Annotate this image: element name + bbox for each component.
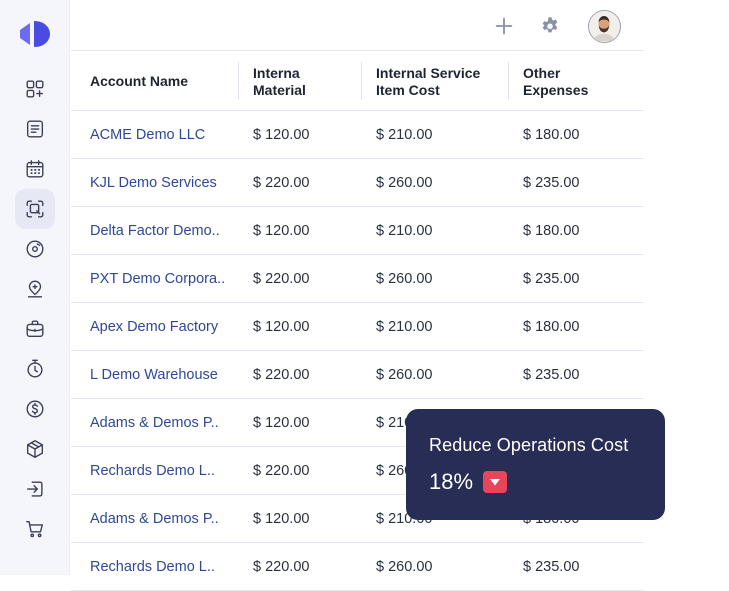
box-icon bbox=[26, 440, 44, 458]
sidebar-item-dashboard[interactable] bbox=[15, 69, 55, 109]
other-expenses-cell: $ 235.00 bbox=[523, 367, 580, 383]
sidebar-item-disc[interactable] bbox=[15, 229, 55, 269]
timer-icon bbox=[27, 359, 43, 378]
service-cost-cell: $ 260.00 bbox=[376, 271, 433, 287]
internal-material-cell: $ 220.00 bbox=[253, 559, 310, 575]
internal-material-cell: $ 120.00 bbox=[253, 319, 310, 335]
account-name-cell[interactable]: ACME Demo LLC bbox=[90, 111, 205, 159]
location-icon bbox=[27, 280, 43, 298]
sidebar-item-login[interactable] bbox=[15, 469, 55, 509]
tooltip-value: 18% bbox=[429, 469, 474, 494]
sidebar-item-location[interactable] bbox=[15, 269, 55, 309]
column-divider bbox=[238, 62, 239, 100]
cart-icon bbox=[26, 520, 44, 538]
internal-material-cell: $ 220.00 bbox=[253, 271, 310, 287]
add-button[interactable] bbox=[490, 12, 518, 40]
account-name-cell[interactable]: Delta Factor Demo.. bbox=[90, 207, 220, 255]
table-row[interactable]: PXT Demo Corpora.. $ 220.00 $ 260.00 $ 235.… bbox=[71, 255, 644, 303]
account-name-cell[interactable]: Adams & Demos P.. bbox=[90, 495, 219, 543]
tooltip-title: Reduce Operations Cost bbox=[429, 435, 629, 455]
gear-icon bbox=[542, 17, 558, 33]
internal-material-cell: $ 220.00 bbox=[253, 367, 310, 383]
brand-logo-icon[interactable] bbox=[17, 18, 53, 50]
other-expenses-cell: $ 235.00 bbox=[523, 175, 580, 191]
briefcase-icon bbox=[26, 320, 44, 338]
sidebar-item-cart[interactable] bbox=[15, 509, 55, 549]
service-cost-cell: $ 260.00 bbox=[376, 559, 433, 575]
column-divider bbox=[508, 62, 509, 100]
service-cost-cell: $ 210.00 bbox=[376, 319, 433, 335]
account-name-cell[interactable]: Adams & Demos P.. bbox=[90, 399, 219, 447]
sidebar-item-scan[interactable] bbox=[15, 189, 55, 229]
service-cost-cell: $ 260.00 bbox=[376, 367, 433, 383]
service-cost-cell: $ 210.00 bbox=[376, 127, 433, 143]
account-name-cell[interactable]: PXT Demo Corpora.. bbox=[90, 255, 225, 303]
internal-material-cell: $ 120.00 bbox=[253, 223, 310, 239]
column-header-account-name[interactable]: Account Name bbox=[90, 52, 188, 111]
sidebar-item-timer[interactable] bbox=[15, 349, 55, 389]
login-icon bbox=[26, 481, 43, 497]
table-header: Account Name Interna Material Internal Se… bbox=[71, 52, 644, 111]
document-icon bbox=[26, 120, 44, 138]
other-expenses-cell: $ 180.00 bbox=[523, 223, 580, 239]
account-name-cell[interactable]: KJL Demo Services bbox=[90, 159, 217, 207]
column-header-other-expenses[interactable]: Other Expenses bbox=[523, 52, 588, 111]
sidebar bbox=[0, 0, 70, 575]
user-avatar-icon bbox=[589, 11, 619, 41]
other-expenses-cell: $ 235.00 bbox=[523, 271, 580, 287]
sidebar-item-calendar[interactable] bbox=[15, 149, 55, 189]
dollar-icon bbox=[26, 400, 44, 418]
top-bar bbox=[71, 0, 644, 51]
sidebar-item-inventory[interactable] bbox=[15, 429, 55, 469]
table-row[interactable]: Rechards Demo L.. $ 220.00 $ 260.00 $ 235.0… bbox=[71, 543, 644, 591]
account-name-cell[interactable]: Rechards Demo L.. bbox=[90, 543, 215, 591]
column-header-internal-service-item-cost[interactable]: Internal Service Item Cost bbox=[376, 52, 480, 111]
table-row[interactable]: Apex Demo Factory $ 120.00 $ 210.00 $ 180.0… bbox=[71, 303, 644, 351]
other-expenses-cell: $ 180.00 bbox=[523, 127, 580, 143]
internal-material-cell: $ 120.00 bbox=[253, 415, 310, 431]
sidebar-item-briefcase[interactable] bbox=[15, 309, 55, 349]
internal-material-cell: $ 120.00 bbox=[253, 511, 310, 527]
trend-down-badge bbox=[483, 471, 508, 493]
account-name-cell[interactable]: Apex Demo Factory bbox=[90, 303, 218, 351]
service-cost-cell: $ 260.00 bbox=[376, 175, 433, 191]
table-row[interactable]: L Demo Warehouse $ 220.00 $ 260.00 $ 235.00 bbox=[71, 351, 644, 399]
dashboard-add-icon bbox=[26, 80, 44, 98]
internal-material-cell: $ 120.00 bbox=[253, 127, 310, 143]
avatar[interactable] bbox=[588, 10, 621, 43]
column-header-internal-material[interactable]: Interna Material bbox=[253, 52, 306, 111]
service-cost-cell: $ 210.00 bbox=[376, 223, 433, 239]
plus-icon bbox=[495, 17, 513, 35]
table-row[interactable]: KJL Demo Services $ 220.00 $ 260.00 $ 235.0… bbox=[71, 159, 644, 207]
table-row[interactable]: Delta Factor Demo.. $ 120.00 $ 210.00 $ 180… bbox=[71, 207, 644, 255]
table-row[interactable]: ACME Demo LLC $ 120.00 $ 210.00 $ 180.00 bbox=[71, 111, 644, 159]
column-divider bbox=[361, 62, 362, 100]
metric-tooltip: Reduce Operations Cost 18% bbox=[406, 409, 665, 520]
account-name-cell[interactable]: Rechards Demo L.. bbox=[90, 447, 215, 495]
scan-icon bbox=[26, 200, 44, 218]
sidebar-item-finance[interactable] bbox=[15, 389, 55, 429]
internal-material-cell: $ 220.00 bbox=[253, 463, 310, 479]
account-name-cell[interactable]: L Demo Warehouse bbox=[90, 351, 218, 399]
other-expenses-cell: $ 180.00 bbox=[523, 319, 580, 335]
settings-button[interactable] bbox=[536, 12, 564, 40]
other-expenses-cell: $ 235.00 bbox=[523, 559, 580, 575]
internal-material-cell: $ 220.00 bbox=[253, 175, 310, 191]
sidebar-item-documents[interactable] bbox=[15, 109, 55, 149]
disc-icon bbox=[26, 240, 44, 258]
caret-down-icon bbox=[490, 478, 501, 485]
calendar-icon bbox=[26, 160, 44, 178]
